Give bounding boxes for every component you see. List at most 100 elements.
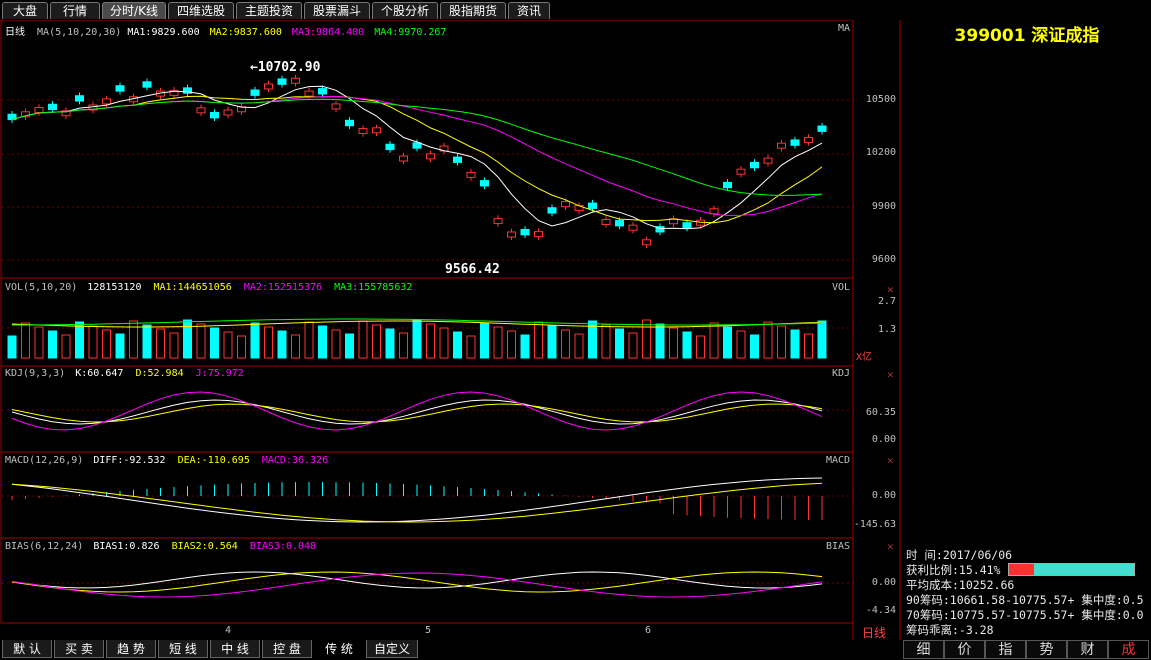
volume-bar (61, 334, 71, 359)
volume-bar (493, 326, 503, 359)
candle-body (601, 218, 611, 225)
panel-close-icon: ✕ (887, 454, 894, 467)
side-tab-1[interactable]: 价 (944, 640, 985, 659)
panel-close-icon: ✕ (887, 540, 894, 553)
tab-0[interactable]: 大盘 (2, 2, 48, 19)
volume-bar (682, 331, 692, 359)
candle-body (520, 228, 530, 236)
candle-body (588, 202, 597, 209)
candle-body (493, 217, 503, 224)
period-label[interactable]: 日线 (862, 624, 886, 641)
candle-body (142, 81, 152, 88)
bias2-line (11, 571, 823, 593)
panel-close-icon: ✕ (887, 368, 894, 381)
kdj-j-line (11, 391, 823, 431)
tab-7[interactable]: 股指期货 (440, 2, 506, 19)
candle-body (790, 139, 800, 146)
ma2-value: MA2:9837.600 (209, 27, 282, 38)
candle-body (453, 156, 462, 163)
tab-8[interactable]: 资讯 (508, 2, 550, 19)
vol-ma3: MA3:155785632 (334, 282, 413, 293)
macd-legend: MACD(12,26,9) DIFF:-92.532 DEA:-110.695 … (5, 455, 328, 466)
candle-body (399, 155, 408, 162)
kdj-k-line (11, 399, 823, 425)
candle-body (777, 142, 786, 149)
volume-bar (804, 333, 813, 359)
vol-tick: 2.7 (877, 296, 896, 307)
volume-bar (466, 335, 476, 359)
ma3-line (11, 95, 823, 217)
volume-bar (291, 334, 300, 359)
bias-legend: BIAS(6,12,24) BIAS1:0.826 BIAS2:0.564 BI… (5, 541, 316, 552)
indicator-tab-2[interactable]: 趋 势 (106, 640, 156, 658)
volume-bar (750, 334, 759, 359)
tab-1[interactable]: 行情 (50, 2, 100, 19)
top-tab-bar: 大盘 行情 分时/K线 四维选股 主题投资 股票漏斗 个股分析 股指期货 资讯 (0, 0, 1151, 20)
candle-body (723, 181, 732, 189)
tab-4[interactable]: 主题投资 (236, 2, 302, 19)
candle-body (534, 231, 543, 238)
high-price-mark: ←10702.90 (250, 60, 321, 75)
bias1: BIAS1:0.826 (93, 541, 160, 552)
side-tab-2[interactable]: 指 (985, 640, 1026, 659)
candle-body (345, 119, 354, 127)
candle-body (763, 157, 773, 164)
indicator-tab-1[interactable]: 买 卖 (54, 640, 104, 658)
vol-corner-label: VOL (832, 282, 851, 293)
ma-params: MA(5,10,20,30) (37, 27, 122, 38)
volume-bar (453, 331, 462, 359)
volume-bar (277, 330, 287, 359)
kline-corner-label: MA (838, 23, 851, 34)
side-tab-0[interactable]: 细 (903, 640, 944, 659)
tab-2[interactable]: 分时/K线 (102, 2, 166, 19)
macd-value: MACD:36.326 (261, 455, 329, 466)
vol-ma2: MA2:152515376 (243, 282, 323, 293)
side-tab-3[interactable]: 势 (1026, 640, 1067, 659)
macd-tick: -145.63 (853, 519, 896, 530)
candle-body (480, 180, 489, 187)
candle-body (804, 136, 813, 143)
tab-5[interactable]: 股票漏斗 (304, 2, 370, 19)
price-tick: 9900 (871, 201, 896, 212)
candle-body (709, 208, 719, 215)
candle-body (507, 231, 516, 238)
indicator-tab-4[interactable]: 中 线 (210, 640, 260, 658)
bias2: BIAS2:0.564 (171, 541, 238, 552)
kline-legend: 日线 MA(5,10,20,30) MA1:9829.600 MA2:9837.… (5, 23, 446, 38)
volume-bar (412, 319, 422, 359)
ma4-value: MA4:9970.267 (374, 27, 447, 38)
candle-body (385, 143, 395, 151)
kdj-legend: KDJ(9,3,3) K:60.647 D:52.984 J:75.972 (5, 368, 244, 379)
volume-bar (169, 332, 179, 359)
indicator-tab-0[interactable]: 默 认 (2, 640, 52, 658)
volume-bar (210, 327, 219, 359)
indicator-tab-6[interactable]: 传 统 (314, 640, 364, 658)
volume-bar (426, 323, 435, 359)
kdj-tick: 60.35 (865, 407, 896, 418)
indicator-tab-3[interactable]: 短 线 (158, 640, 208, 658)
volume-bar (507, 330, 516, 359)
vol-value: 128153120 (87, 282, 142, 293)
ma2-line (11, 95, 823, 224)
chip-time: 时 间:2017/06/06 (906, 548, 1013, 562)
volume-bar (480, 322, 489, 359)
indicator-tab-7[interactable]: 自定义 (366, 640, 418, 658)
side-tab-5[interactable]: 成 (1108, 640, 1149, 659)
kline-period-title: 日线 (5, 27, 25, 38)
candle-body (34, 106, 44, 113)
side-tab-4[interactable]: 财 (1067, 640, 1108, 659)
ma1-value: MA1:9829.600 (127, 27, 200, 38)
candle-body (426, 153, 435, 160)
macd-params: MACD(12,26,9) (5, 455, 84, 466)
volume-bar (655, 323, 665, 359)
tab-3[interactable]: 四维选股 (168, 2, 234, 19)
volume-bar (642, 319, 651, 359)
indicator-tab-bar: 默 认买 卖趋 势短 线中 线控 盘传 统自定义 (0, 640, 900, 659)
tab-6[interactable]: 个股分析 (372, 2, 438, 19)
bias-params: BIAS(6,12,24) (5, 541, 84, 552)
volume-bar (399, 332, 408, 359)
candle-body (331, 103, 341, 110)
indicator-tab-5[interactable]: 控 盘 (262, 640, 312, 658)
volume-bar (264, 326, 273, 359)
macd-corner-label: MACD (826, 455, 851, 466)
